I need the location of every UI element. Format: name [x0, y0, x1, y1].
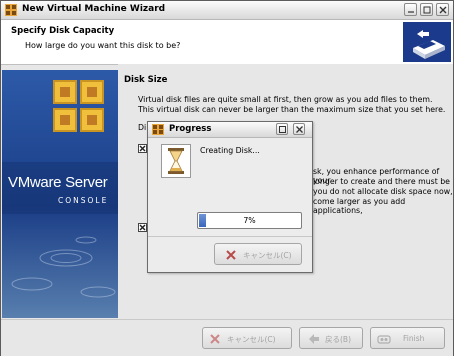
brand-text: VMware Server	[8, 174, 108, 191]
cancel-x-icon	[226, 250, 236, 260]
back-arrow-icon	[309, 334, 319, 344]
maximize-button[interactable]	[420, 3, 433, 16]
allocate-text-line-2: longer to create and there must be	[313, 177, 450, 186]
close-button[interactable]	[436, 3, 449, 16]
window-title: New Virtual Machine Wizard	[22, 4, 166, 14]
dialog-separator	[148, 236, 312, 237]
vmware-logo-icon	[52, 79, 106, 137]
cancel-x-icon	[210, 334, 220, 344]
split-disk-checkbox[interactable]	[138, 223, 147, 232]
page-subtitle: How large do you want this disk to be?	[25, 41, 181, 50]
allocate-checkbox[interactable]	[138, 144, 147, 153]
cancel-button-label: キャンセル(C)	[227, 335, 276, 344]
finish-button[interactable]: Finish	[370, 327, 445, 349]
minimize-button[interactable]	[404, 3, 417, 16]
hourglass-icon	[161, 144, 191, 178]
page-title: Specify Disk Capacity	[11, 26, 115, 36]
progress-dialog: Progress Creating Disk... 7% キャンセル(C)	[147, 121, 313, 273]
sidebar-banner: VMware Server CONSOLE	[2, 70, 118, 318]
disk-wizard-icon	[403, 22, 451, 62]
title-bar[interactable]: New Virtual Machine Wizard	[1, 1, 453, 20]
allocate-label-fragment: Di	[138, 123, 147, 132]
progress-message: Creating Disk...	[200, 146, 260, 155]
button-bar: キャンセル(C) 戻る(B) Finish	[1, 319, 453, 356]
allocate-text-line-3: you do not allocate disk space now,	[313, 187, 453, 196]
cancel-button[interactable]: キャンセル(C)	[202, 327, 292, 349]
brand-console-text: CONSOLE	[58, 196, 109, 205]
progress-close-button[interactable]	[293, 123, 305, 135]
wizard-header: Specify Disk Capacity How large do you w…	[1, 20, 453, 65]
back-button[interactable]: 戻る(B)	[299, 327, 363, 349]
progress-app-icon	[152, 124, 164, 137]
progress-cancel-label: キャンセル(C)	[243, 251, 292, 260]
finish-button-label: Finish	[403, 334, 425, 343]
back-button-label: 戻る(B)	[325, 335, 351, 344]
wizard-app-icon	[5, 4, 17, 16]
progress-dialog-title: Progress	[169, 124, 212, 134]
progress-cancel-button[interactable]: キャンセル(C)	[214, 243, 302, 265]
section-title: Disk Size	[124, 75, 168, 85]
finish-icon	[377, 335, 391, 344]
disk-size-description: Virtual disk files are quite small at fi…	[138, 95, 446, 114]
progress-percent: 7%	[243, 216, 256, 225]
progress-bar: 7%	[197, 212, 302, 229]
allocate-text-line-4: come larger as you add applications,	[313, 197, 406, 215]
progress-maximize-button[interactable]	[276, 123, 288, 135]
progress-dialog-title-bar[interactable]: Progress	[148, 122, 312, 138]
